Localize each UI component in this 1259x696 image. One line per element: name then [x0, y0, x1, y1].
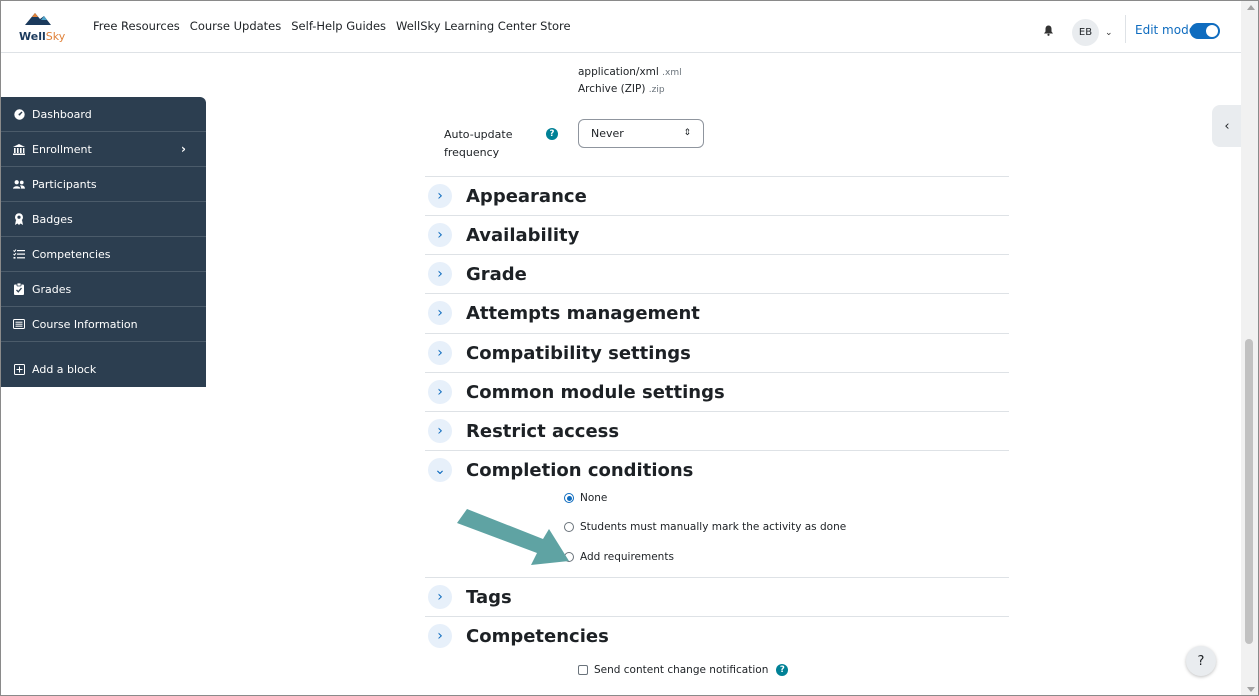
filetype-xml: application/xml .xml — [578, 66, 682, 78]
chevron-right-icon[interactable]: › — [428, 262, 452, 286]
send-notification-label: Send content change notification — [594, 664, 769, 676]
section-title: Appearance — [466, 185, 587, 207]
chevron-right-icon[interactable]: › — [428, 419, 452, 443]
drawer-item-label: Enrollment — [32, 142, 92, 156]
section-grade[interactable]: › Grade — [425, 254, 1009, 293]
users-icon — [13, 178, 25, 190]
section-appearance[interactable]: › Appearance — [425, 176, 1009, 215]
completion-option-manual[interactable]: Students must manually mark the activity… — [564, 521, 846, 533]
drawer-item-label: Dashboard — [32, 107, 92, 121]
drawer-item-badges[interactable]: Badges — [1, 202, 206, 237]
section-title: Completion conditions — [466, 459, 694, 481]
chevron-right-icon[interactable]: › — [428, 624, 452, 648]
logo-text: WellSky — [19, 30, 66, 43]
dashboard-icon — [13, 108, 25, 120]
section-availability[interactable]: › Availability — [425, 215, 1009, 254]
scrollbar-thumb[interactable] — [1245, 339, 1253, 644]
section-tags[interactable]: › Tags — [425, 577, 1009, 616]
chevron-down-icon: ⌄ — [1105, 27, 1113, 38]
section-title: Competencies — [466, 625, 609, 647]
open-right-drawer-button[interactable]: ‹ — [1212, 105, 1242, 147]
section-title: Attempts management — [466, 302, 700, 324]
auto-update-select[interactable]: Never ⇕ — [578, 119, 704, 148]
filetype-zip: Archive (ZIP) .zip — [578, 83, 665, 95]
send-notification-row: Send content change notification ? — [578, 664, 789, 676]
help-button[interactable]: ? — [1186, 646, 1216, 676]
section-title: Tags — [466, 586, 512, 608]
help-icon[interactable]: ? — [776, 664, 789, 676]
annotation-arrow-icon — [457, 509, 569, 565]
block-drawer: Dashboard Enrollment › Participants Badg… — [1, 97, 206, 387]
drawer-item-label: Add a block — [32, 362, 97, 376]
send-notification-checkbox[interactable] — [578, 665, 588, 675]
grades-icon — [13, 283, 25, 295]
section-title: Common module settings — [466, 381, 725, 403]
avatar[interactable]: EB — [1072, 19, 1099, 46]
section-title: Restrict access — [466, 420, 620, 442]
institution-icon — [13, 143, 25, 155]
drawer-item-label: Course Information — [32, 317, 138, 331]
radio-label: Add requirements — [580, 551, 674, 563]
section-competencies[interactable]: › Competencies — [425, 616, 1009, 655]
drawer-item-participants[interactable]: Participants — [1, 167, 206, 202]
chevron-left-icon: ‹ — [1224, 118, 1230, 134]
drawer-item-label: Competencies — [32, 247, 111, 261]
section-title: Availability — [466, 224, 580, 246]
chevron-right-icon[interactable]: › — [428, 223, 452, 247]
chevron-right-icon[interactable]: › — [428, 184, 452, 208]
drawer-item-enrollment[interactable]: Enrollment › — [1, 132, 206, 167]
nav-link-self-help-guides[interactable]: Self-Help Guides — [291, 19, 386, 33]
vertical-scrollbar[interactable] — [1241, 1, 1258, 695]
chevron-right-icon[interactable]: › — [428, 341, 452, 365]
badge-icon — [13, 213, 25, 225]
plus-square-icon — [13, 363, 25, 375]
section-common-module-settings[interactable]: › Common module settings — [425, 372, 1009, 411]
list-icon — [13, 248, 25, 260]
page-frame: WellSky Free Resources Course Updates Se… — [0, 0, 1259, 696]
auto-update-label: Auto-update frequency — [444, 128, 513, 159]
chevron-right-icon: › — [181, 142, 186, 156]
drawer-item-course-information[interactable]: Course Information — [1, 307, 206, 342]
drawer-item-grades[interactable]: Grades — [1, 272, 206, 307]
select-caret-icon: ⇕ — [683, 128, 691, 138]
card-icon — [13, 318, 25, 330]
auto-update-value: Never — [591, 127, 624, 140]
section-restrict-access[interactable]: › Restrict access — [425, 411, 1009, 450]
chevron-down-icon[interactable]: ⌄ — [428, 458, 452, 482]
chevron-right-icon[interactable]: › — [428, 301, 452, 325]
section-completion-conditions[interactable]: ⌄ Completion conditions — [425, 450, 1009, 489]
drawer-item-label: Participants — [32, 177, 97, 191]
help-icon[interactable]: ? — [546, 128, 558, 140]
chevron-right-icon[interactable]: › — [428, 585, 452, 609]
nav-link-store[interactable]: WellSky Learning Center Store — [396, 19, 571, 33]
bell-icon[interactable] — [1043, 25, 1054, 36]
drawer-item-label: Grades — [32, 282, 72, 296]
radio-label: Students must manually mark the activity… — [580, 521, 847, 533]
nav-link-course-updates[interactable]: Course Updates — [190, 19, 281, 33]
drawer-item-competencies[interactable]: Competencies — [1, 237, 206, 272]
mountain-logo-icon — [25, 13, 51, 25]
primary-navigation: Free Resources Course Updates Self-Help … — [93, 19, 571, 33]
accepted-file-types: application/xml .xml Archive (ZIP) .zip — [578, 64, 682, 98]
add-block-button[interactable]: Add a block — [1, 347, 206, 391]
edit-mode-label: Edit mode — [1135, 23, 1197, 37]
nav-link-free-resources[interactable]: Free Resources — [93, 19, 180, 33]
section-title: Grade — [466, 263, 527, 285]
navbar-divider — [1125, 15, 1126, 43]
section-title: Compatibility settings — [466, 342, 691, 364]
section-attempts-management[interactable]: › Attempts management — [425, 293, 1009, 332]
radio-label: None — [580, 492, 608, 504]
drawer-item-dashboard[interactable]: Dashboard — [1, 97, 206, 132]
section-compatibility-settings[interactable]: › Compatibility settings — [425, 333, 1009, 372]
user-menu[interactable]: EB ⌄ — [1072, 19, 1113, 46]
chevron-right-icon[interactable]: › — [428, 380, 452, 404]
scroll-up-icon[interactable] — [1247, 5, 1255, 10]
top-navbar: WellSky Free Resources Course Updates Se… — [1, 1, 1241, 53]
wellsky-logo[interactable]: WellSky — [19, 11, 65, 47]
scroll-down-icon[interactable] — [1247, 687, 1255, 692]
drawer-item-label: Badges — [32, 212, 73, 226]
edit-mode-toggle[interactable] — [1190, 23, 1220, 39]
question-mark-icon: ? — [1197, 653, 1205, 669]
